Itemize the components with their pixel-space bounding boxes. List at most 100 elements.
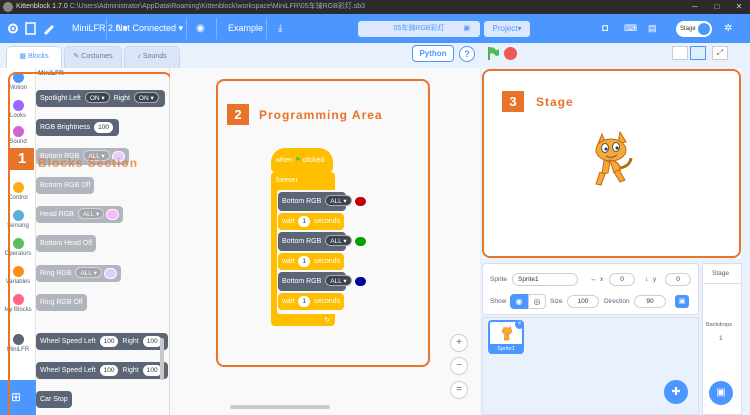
window-path: C:\Users\Administrator\AppData\Roaming\K…: [69, 3, 365, 10]
brush-icon: ✎: [73, 53, 80, 60]
add-backdrop-button[interactable]: ▣: [709, 381, 733, 405]
size-label: Size: [550, 298, 563, 305]
divider: [702, 283, 742, 284]
keyboard-icon[interactable]: ⌨: [624, 14, 637, 43]
close-window-icon[interactable]: ✕: [728, 0, 750, 14]
sprite-thumbnail[interactable]: Sprite1 ×: [488, 320, 524, 354]
size-input[interactable]: 100: [567, 295, 599, 308]
sprite-label: Sprite: [490, 276, 507, 283]
cat-sprite[interactable]: [588, 128, 634, 190]
tab-costumes[interactable]: ✎ Costumes: [64, 46, 122, 68]
loop-arrow-icon: ↻: [324, 317, 330, 324]
canvas-scrollbar[interactable]: [230, 405, 330, 409]
project-name-field[interactable]: 05车骑RGB彩灯 ▣: [358, 21, 480, 37]
tab-blocks[interactable]: ▦ Blocks: [6, 46, 62, 68]
window-titlebar: Kittenblock 1.7.0 C:\Users\Administrator…: [0, 0, 750, 14]
annotation-badge-1: 1: [10, 148, 34, 170]
menu-separator: [186, 18, 187, 39]
wait-input[interactable]: 1: [298, 216, 311, 227]
zoom-out-button[interactable]: −: [450, 357, 468, 375]
wait-input[interactable]: 1: [298, 256, 311, 267]
tab-sounds[interactable]: ♪ Sounds: [124, 46, 180, 68]
edit-icon[interactable]: [42, 22, 56, 35]
script-wait-3[interactable]: wait 1 seconds: [278, 293, 344, 310]
script-wait-1[interactable]: wait 1 seconds: [278, 213, 344, 230]
image-plus-icon: ▣: [716, 387, 726, 398]
annotation-label-3: Stage: [536, 95, 574, 109]
normal-stage-button[interactable]: [690, 46, 706, 60]
script-wait-2[interactable]: wait 1 seconds: [278, 253, 344, 270]
download-icon[interactable]: ⤓: [278, 14, 282, 43]
direction-label: Direction: [604, 298, 630, 305]
wait-input[interactable]: 1: [298, 296, 311, 307]
globe-icon[interactable]: ◉: [196, 14, 205, 43]
cat-plus-icon: ✚: [671, 386, 681, 398]
file-icon[interactable]: [24, 22, 38, 35]
help-button[interactable]: ?: [459, 46, 475, 62]
cat-thumbnail-icon: [502, 325, 512, 341]
save-icon[interactable]: ▣: [463, 21, 470, 37]
led-dropdown[interactable]: ALL ▾: [325, 235, 352, 246]
speaker-icon: ♪: [137, 53, 141, 60]
green-flag-icon: ⚑: [294, 157, 301, 164]
menu-separator: [216, 18, 217, 39]
x-label: x: [600, 276, 604, 283]
direction-input[interactable]: 90: [634, 295, 666, 308]
blocks-icon: ▦: [19, 53, 27, 60]
camera-icon[interactable]: ◘: [602, 14, 608, 43]
green-flag-icon[interactable]: [486, 46, 500, 61]
zoom-in-button[interactable]: +: [450, 334, 468, 352]
toggle-knob: [698, 23, 710, 35]
stage-selector-title: Stage: [712, 270, 729, 277]
y-label: y: [653, 276, 657, 283]
y-input[interactable]: 0: [665, 273, 691, 286]
stop-icon[interactable]: [504, 47, 517, 60]
sprite-thumbnail-label: Sprite1: [490, 344, 522, 354]
annotation-badge-3: 3: [502, 91, 524, 112]
minimize-icon[interactable]: ─: [684, 0, 706, 14]
led-dropdown[interactable]: ALL ▾: [325, 195, 352, 206]
hat-block-when-flag-clicked[interactable]: when ⚑ clicked: [271, 148, 333, 172]
menu-separator: [106, 18, 107, 39]
add-sprite-button[interactable]: ✚: [664, 380, 688, 404]
color-icon[interactable]: ▤: [648, 14, 657, 43]
backdrops-label: Backdrops: [706, 322, 732, 328]
color-swatch-blue[interactable]: [353, 275, 367, 287]
blocks-section-highlight: [8, 72, 172, 415]
sprite-name-input[interactable]: Sprite1: [512, 273, 578, 286]
project-menu[interactable]: Project▾: [484, 21, 530, 37]
gear-icon[interactable]: ✲: [724, 14, 732, 43]
script-bottom-rgb-green[interactable]: Bottom RGB ALL ▾: [278, 232, 367, 251]
annotation-label-2: Programming Area: [259, 108, 383, 122]
annotation-label-1: Blocks Section: [38, 156, 139, 170]
forever-label: forever: [276, 177, 298, 184]
script-bottom-rgb-red[interactable]: Bottom RGB ALL ▾: [278, 192, 367, 211]
app-logo-icon: [3, 2, 13, 12]
settings-icon[interactable]: [6, 22, 20, 35]
backdrops-count: 1: [719, 335, 723, 342]
y-arrows-icon: ↕: [645, 276, 649, 283]
led-dropdown[interactable]: ALL ▾: [325, 275, 352, 286]
small-stage-button[interactable]: [672, 46, 688, 60]
annotation-badge-2: 2: [227, 104, 249, 125]
delete-sprite-icon[interactable]: ×: [515, 320, 524, 329]
fullscreen-icon[interactable]: ⤢: [712, 46, 728, 60]
connection-menu[interactable]: Not Connected ▾: [116, 14, 183, 43]
show-label: Show: [490, 298, 507, 305]
zoom-reset-button[interactable]: =: [450, 381, 468, 399]
x-arrows-icon: ↔: [590, 276, 597, 283]
window-title: Kittenblock 1.7.0: [16, 3, 68, 10]
color-swatch-red[interactable]: [353, 195, 367, 207]
robot-icon[interactable]: ▣: [675, 295, 689, 308]
example-menu[interactable]: Example: [228, 14, 263, 43]
script-bottom-rgb-blue[interactable]: Bottom RGB ALL ▾: [278, 272, 367, 291]
show-hidden-icon[interactable]: ◎: [528, 294, 546, 309]
show-visible-icon[interactable]: ◉: [510, 294, 528, 309]
editor-tabs: ▦ Blocks ✎ Costumes ♪ Sounds: [0, 43, 480, 68]
maximize-icon[interactable]: □: [706, 0, 728, 14]
menu-separator: [266, 18, 267, 39]
color-swatch-green[interactable]: [353, 235, 367, 247]
python-button[interactable]: Python: [412, 45, 454, 62]
stage-toggle[interactable]: Stage: [676, 21, 712, 37]
x-input[interactable]: 0: [609, 273, 635, 286]
